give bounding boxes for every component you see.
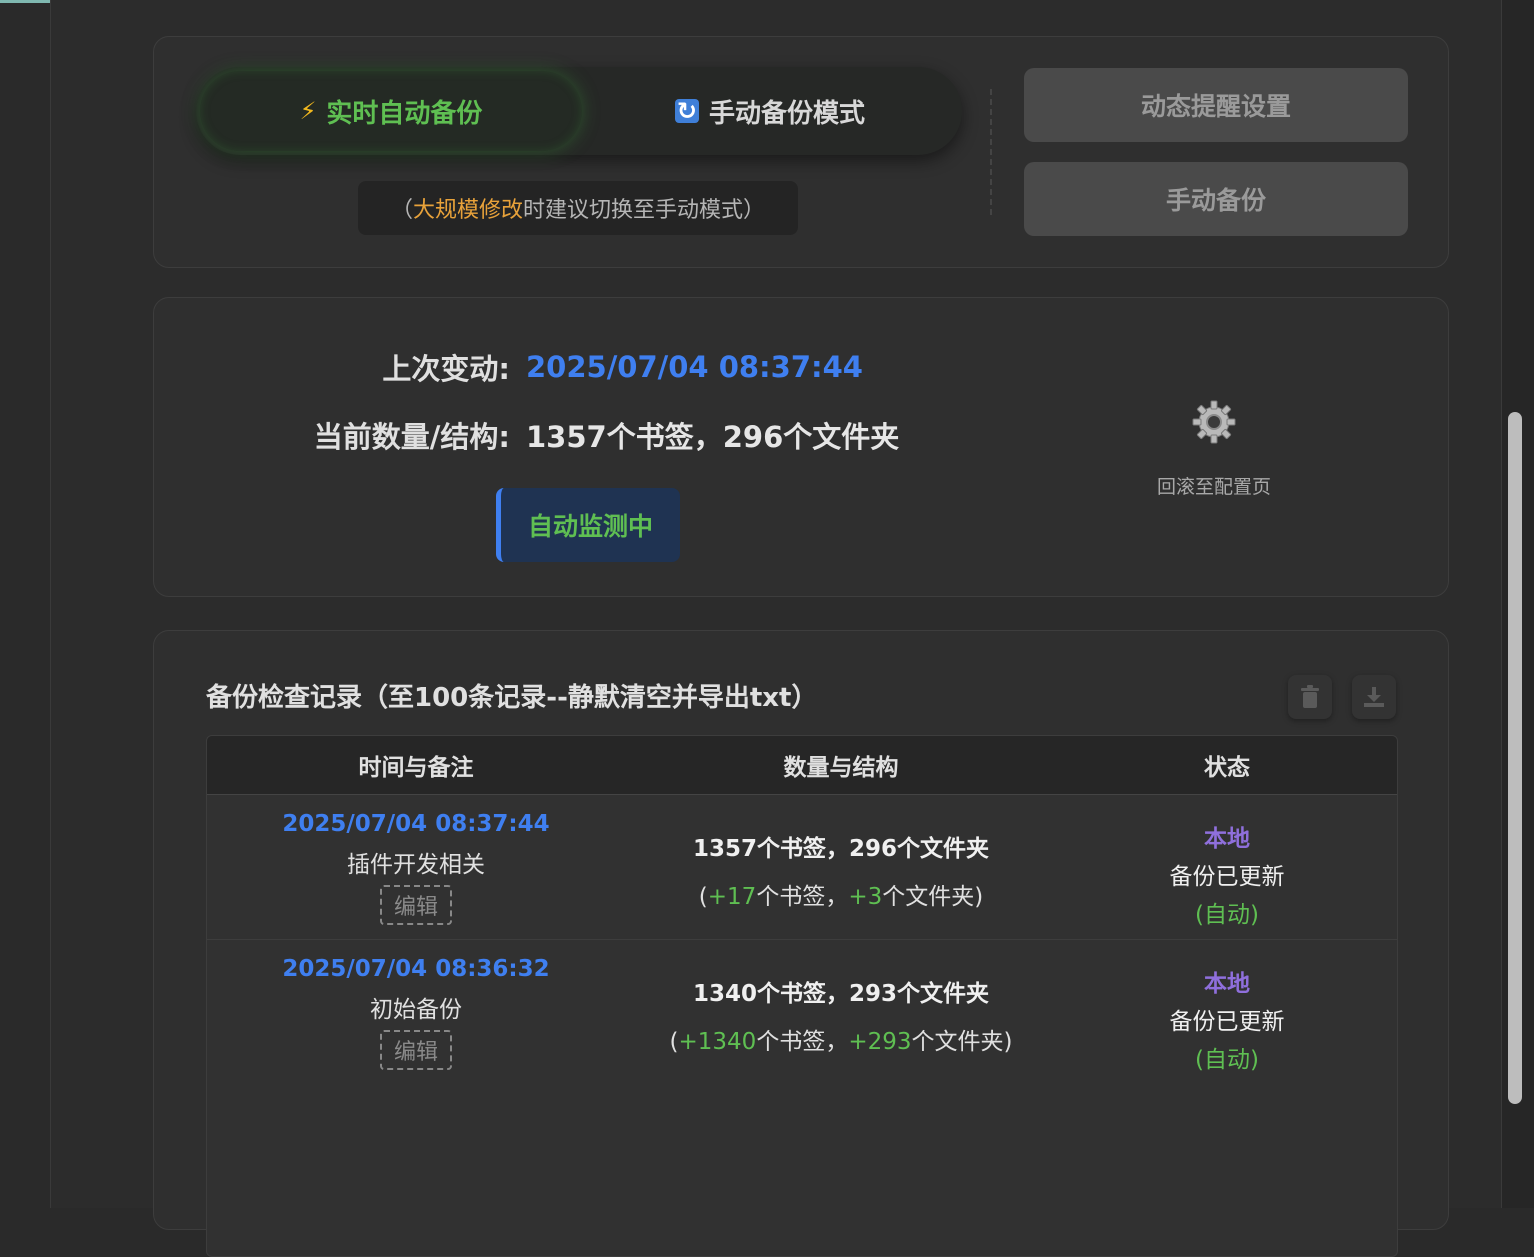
diff-mid: 个书签，	[756, 884, 849, 910]
clear-log-button[interactable]	[1288, 675, 1332, 719]
diff-open: (	[698, 884, 708, 910]
status-cell: 本地 备份已更新 (自动)	[1057, 795, 1397, 929]
diff-mid: 个书签，	[756, 1029, 849, 1055]
diff-folders: +293	[848, 1029, 912, 1055]
column-header-count: 数量与结构	[783, 755, 899, 781]
log-table: 时间与备注 数量与结构 状态 2025/07/04 08:37:44 插件开发相…	[206, 735, 1398, 1257]
popup-panel: ⚡ 实时自动备份 ↻ 手动备份模式 （大规模修改 时建议切换至手动模式） 动态提醒…	[50, 0, 1502, 1257]
row-count: 1357个书签，296个文件夹	[692, 836, 990, 862]
manual-backup-button[interactable]: 手动备份	[1024, 162, 1408, 236]
diff-bookmarks: +1340	[678, 1029, 757, 1055]
diff-folders: +3	[848, 884, 883, 910]
row-time: 2025/07/04 08:36:32	[282, 956, 550, 982]
scrollbar-thumb[interactable]	[1508, 412, 1522, 1104]
status-card: 上次变动: 2025/07/04 08:37:44 当前数量/结构: 1357个…	[153, 297, 1449, 597]
last-change-row: 上次变动: 2025/07/04 08:37:44	[154, 344, 1054, 390]
count-cell: 1357个书签，296个文件夹 (+17个书签，+3个文件夹)	[625, 795, 1057, 911]
vertical-divider	[990, 89, 992, 215]
row-note: 初始备份	[370, 997, 462, 1023]
status-text: 备份已更新	[1169, 1009, 1285, 1035]
manual-mode-label: 手动备份模式	[708, 98, 865, 129]
manual-mode-option[interactable]: ↻ 手动备份模式	[582, 71, 958, 151]
table-header: 时间与备注 数量与结构 状态	[207, 736, 1397, 795]
status-cell: 本地 备份已更新 (自动)	[1057, 940, 1397, 1074]
realtime-backup-option[interactable]: ⚡ 实时自动备份	[200, 71, 582, 151]
status-mode: (自动)	[1195, 1047, 1259, 1073]
hint-emphasis: 大规模修改	[412, 198, 523, 223]
config-link[interactable]: 回滚至配置页	[1114, 388, 1314, 518]
row-diff: (+1340个书签，+293个文件夹)	[625, 1022, 1057, 1056]
config-link-label: 回滚至配置页	[1156, 476, 1271, 498]
row-diff: (+17个书签，+3个文件夹)	[625, 877, 1057, 911]
row-count: 1340个书签，293个文件夹	[692, 981, 990, 1007]
hint-suffix: 时建议切换至手动模式）	[523, 198, 766, 223]
edit-note-button[interactable]: 编辑	[379, 885, 452, 925]
log-card: 备份检查记录（至100条记录--静默清空并导出txt） 时间与备注 数量与结构 …	[153, 630, 1449, 1257]
status-text: 备份已更新	[1169, 864, 1285, 890]
count-row: 当前数量/结构: 1357个书签，296个文件夹	[154, 412, 1054, 458]
realtime-backup-label: 实时自动备份	[326, 98, 483, 129]
table-row: 2025/07/04 08:37:44 插件开发相关 编辑 1357个书签，29…	[207, 795, 1397, 940]
time-note-cell: 2025/07/04 08:36:32 初始备份 编辑	[207, 940, 625, 1070]
diff-close: 个文件夹)	[911, 1029, 1013, 1055]
mode-toggle: ⚡ 实时自动备份 ↻ 手动备份模式	[196, 67, 962, 155]
trash-icon	[1301, 685, 1319, 708]
count-value: 1357个书签，296个文件夹	[526, 420, 900, 454]
status-location: 本地	[1204, 971, 1250, 997]
gear-icon	[1192, 400, 1236, 444]
diff-open: (	[669, 1029, 679, 1055]
status-location: 本地	[1204, 826, 1250, 852]
time-note-cell: 2025/07/04 08:37:44 插件开发相关 编辑	[207, 795, 625, 925]
row-note: 插件开发相关	[347, 852, 485, 878]
last-change-label: 上次变动:	[382, 352, 510, 386]
bolt-icon: ⚡	[299, 97, 317, 125]
download-icon	[1364, 687, 1384, 707]
count-label: 当前数量/结构:	[313, 420, 510, 454]
last-change-value: 2025/07/04 08:37:44	[526, 350, 863, 384]
count-cell: 1340个书签，293个文件夹 (+1340个书签，+293个文件夹)	[625, 940, 1057, 1056]
table-row: 2025/07/04 08:36:32 初始备份 编辑 1340个书签，293个…	[207, 940, 1397, 1084]
row-time: 2025/07/04 08:37:44	[282, 811, 550, 837]
export-log-button[interactable]	[1352, 675, 1396, 719]
mode-hint: （大规模修改 时建议切换至手动模式）	[358, 181, 798, 235]
status-mode: (自动)	[1195, 902, 1259, 928]
monitor-status-badge: 自动监测中	[496, 488, 680, 562]
reminder-settings-button[interactable]: 动态提醒设置	[1024, 68, 1408, 142]
column-header-time: 时间与备注	[358, 755, 474, 781]
sync-icon: ↻	[674, 97, 699, 125]
edit-note-button[interactable]: 编辑	[379, 1030, 452, 1070]
column-header-status: 状态	[1204, 755, 1250, 781]
hint-prefix: （	[390, 198, 413, 223]
log-title: 备份检查记录（至100条记录--静默清空并导出txt）	[206, 683, 818, 713]
mode-card: ⚡ 实时自动备份 ↻ 手动备份模式 （大规模修改 时建议切换至手动模式） 动态提醒…	[153, 36, 1449, 268]
diff-bookmarks: +17	[707, 884, 757, 910]
diff-close: 个文件夹)	[882, 884, 984, 910]
